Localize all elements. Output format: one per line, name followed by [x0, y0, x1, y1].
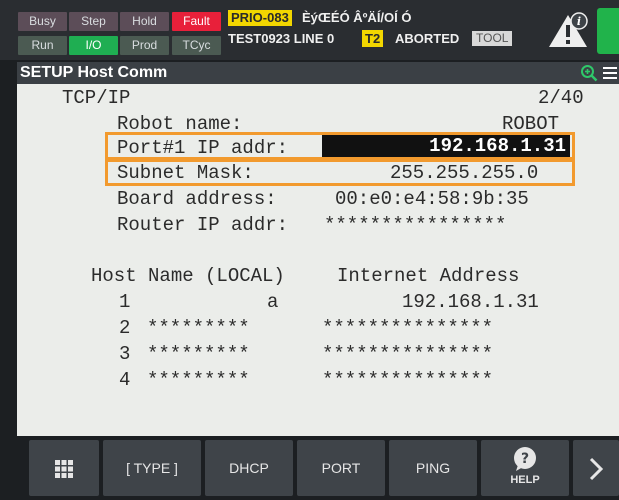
port-ip-label: Port#1 IP addr: — [117, 137, 289, 159]
tool-badge: TOOL — [472, 31, 513, 46]
hold-indicator: Hold — [120, 12, 169, 31]
step-indicator: Step — [69, 12, 118, 31]
port-ip-field[interactable]: 192.168.1.31 — [322, 135, 570, 157]
section-header: TCP/IP — [62, 87, 131, 109]
internet-address-column-header: Internet Address — [337, 265, 520, 287]
status-bar: Busy Step Hold Fault Run I/O Prod TCyc P… — [0, 0, 619, 60]
host-row-address[interactable]: 192.168.1.31 — [402, 290, 539, 314]
io-indicator: I/O — [69, 36, 118, 55]
green-edge-button[interactable] — [597, 8, 619, 54]
board-address-value[interactable]: 00:e0:e4:58:9b:35 — [335, 187, 529, 211]
router-ip-value[interactable]: **************** — [324, 213, 506, 237]
function-key-bar: [ TYPE ] DHCP PORT PING ? HELP — [0, 436, 619, 500]
setup-host-comm-screen: SETUP Host Comm TCP/IP 2/40 Robot name: … — [17, 62, 619, 436]
help-button[interactable]: ? HELP — [481, 440, 569, 496]
subnet-label: Subnet Mask: — [117, 162, 254, 184]
busy-indicator: Busy — [18, 12, 67, 31]
help-label: HELP — [510, 474, 540, 486]
host-row-name[interactable]: a — [267, 290, 278, 314]
type-button[interactable]: [ TYPE ] — [103, 440, 201, 496]
host-row-number: 2 — [119, 317, 131, 339]
router-ip-label: Router IP addr: — [117, 214, 289, 236]
board-address-label: Board address: — [117, 188, 277, 210]
alarm-message: ÈýŒÉÓ ÂºÄÍ/OÍ Ó — [302, 10, 412, 25]
zoom-icon[interactable] — [580, 64, 598, 82]
program-line: TEST0923 LINE 0 — [228, 31, 335, 46]
port-ip-value: 192.168.1.31 — [429, 135, 566, 157]
title-bar: SETUP Host Comm — [17, 62, 619, 84]
host-row-name[interactable]: ********* — [147, 368, 250, 392]
fault-indicator: Fault — [172, 12, 221, 31]
mode-badge: T2 — [362, 30, 384, 47]
ping-button[interactable]: PING — [389, 440, 477, 496]
host-name-column-header: Host Name (LOCAL) — [91, 265, 285, 287]
prod-indicator: Prod — [120, 36, 169, 55]
run-indicator: Run — [18, 36, 67, 55]
page-indicator: 2/40 — [538, 87, 584, 109]
hamburger-menu-icon[interactable] — [602, 65, 618, 81]
host-row-address[interactable]: *************** — [322, 342, 493, 366]
help-icon: ? — [514, 447, 536, 471]
port-button[interactable]: PORT — [297, 440, 385, 496]
host-row-number: 3 — [119, 343, 131, 365]
host-row-name[interactable]: ********* — [147, 316, 250, 340]
host-row-number: 1 — [119, 291, 131, 313]
next-page-button[interactable] — [573, 440, 619, 496]
subnet-value[interactable]: 255.255.255.0 — [390, 161, 538, 185]
screen-title: SETUP Host Comm — [20, 64, 168, 81]
host-row-number: 4 — [119, 369, 131, 391]
svg-text:?: ? — [521, 451, 529, 467]
warning-icon[interactable]: i — [547, 12, 589, 50]
next-arrow-icon — [589, 458, 604, 481]
dhcp-button[interactable]: DHCP — [205, 440, 293, 496]
host-row-address[interactable]: *************** — [322, 368, 493, 392]
tcyc-indicator: TCyc — [172, 36, 221, 55]
menu-grid-button[interactable] — [29, 440, 99, 496]
prio-badge: PRIO-083 — [228, 10, 292, 26]
menu-grid-icon — [55, 460, 73, 479]
host-row-address[interactable]: *************** — [322, 316, 493, 340]
svg-text:i: i — [577, 15, 581, 28]
program-state: ABORTED — [395, 31, 460, 46]
host-row-name[interactable]: ********* — [147, 342, 250, 366]
